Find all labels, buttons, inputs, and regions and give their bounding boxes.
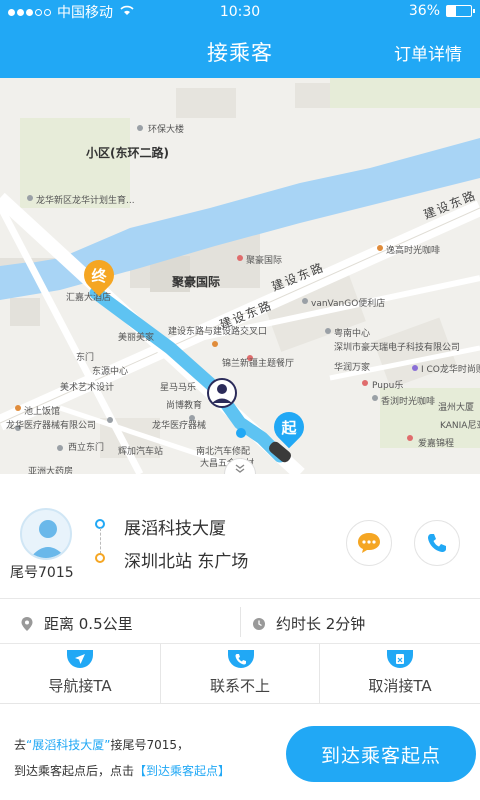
map-label-meiyi: 美丽美家 [118, 333, 155, 343]
map-label-juhao: 聚豪国际 [172, 275, 221, 289]
status-bar: 中国移动 10:30 36% [0, 0, 480, 24]
map-label-huarun: 华润万家 [334, 363, 371, 373]
map-label-meishu: 美术艺术设计 [60, 383, 115, 393]
map-label-yuemei: 粤南中心 [334, 329, 371, 339]
hint-line-2: 到达乘客起点后，点击【到达乘客起点】 [14, 762, 230, 779]
footer: 去“展滔科技大厦”接尾号7015， 到达乘客起点后，点击【到达乘客起点】 到达乘… [0, 704, 480, 800]
cancel-pickup-button[interactable]: 取消接TA [320, 644, 480, 704]
map-label-hospital: 龙华医疗器械有限公司 [6, 421, 97, 431]
clock-icon [253, 617, 265, 630]
trip-stats: 距离 0.5公里 约时长 2分钟 [0, 598, 480, 644]
user-icon [30, 520, 66, 558]
action-bar: 导航接TA 联系不上 取消接TA [0, 644, 480, 704]
hint-line-1: 去“展滔科技大厦”接尾号7015， [14, 736, 189, 753]
map-canvas [0, 78, 480, 474]
map-label-jinglan: 锦兰新疆主题餐厅 [222, 359, 295, 369]
phone-missed-icon [228, 650, 254, 668]
start-pin-label: 起 [281, 419, 297, 437]
map-view[interactable]: 小区(东环二路) 聚豪国际 建设东路 建设东路 建设东路 环保大楼 龙华新区龙华… [0, 78, 480, 474]
map-label-longhua-gov: 龙华新区龙华计划生育... [36, 196, 135, 206]
double-chevron-down-icon [235, 463, 245, 473]
map-label-bus-station: 辉加汽车站 [118, 447, 164, 457]
hint-mid: 接尾号7015， [110, 738, 189, 752]
passenger-card: 尾号7015 展滔科技大厦 深圳北站 东广场 距离 0.5公里 约时长 2分钟 [0, 474, 480, 644]
map-label-chishang: 池上饭馆 [24, 407, 61, 417]
passenger-avatar [20, 508, 72, 560]
map-label-wenzhou: 温州大厦 [438, 403, 475, 413]
end-dot-icon [95, 553, 105, 563]
chat-bubble-icon [358, 533, 380, 553]
start-pin: 起 [267, 405, 311, 452]
map-label-env-building: 环保大楼 [148, 125, 185, 135]
map-label-aijia: 爱嘉锦程 [418, 439, 455, 449]
battery-icon [446, 5, 475, 17]
hint-prefix: 去 [14, 738, 27, 752]
distance-text: 距离 0.5公里 [44, 615, 133, 633]
map-label-xidongmen: 西立东门 [68, 443, 105, 453]
navigation-icon [67, 650, 93, 668]
end-pin: 终 [77, 253, 121, 300]
hint-link: 【到达乘客起点】 [134, 764, 231, 778]
location-icon [21, 616, 33, 631]
stat-divider [240, 607, 241, 637]
map-label-jianshe-stop: 建设东路与建设路交叉口 [168, 327, 268, 337]
pickup-location: 展滔科技大厦 [124, 519, 226, 539]
duration-text: 约时长 2分钟 [276, 615, 366, 633]
map-label-district: 小区(东环二路) [86, 146, 169, 160]
map-label-cafe-2: 香浏时光咖啡 [381, 397, 436, 407]
phone-icon [428, 534, 446, 552]
map-label-haotian: 深圳市豪天瑞电子科技有限公司 [334, 343, 461, 353]
map-label-pupu: Pupu乐 [372, 381, 404, 391]
navigate-label: 导航接TA [48, 677, 112, 695]
map-label-dongyuan: 东源中心 [92, 367, 129, 377]
cancel-pickup-label: 取消接TA [368, 677, 432, 695]
navigate-button[interactable]: 导航接TA [0, 644, 160, 704]
map-label-cafe-1: 逸高时光咖啡 [386, 246, 441, 256]
order-details-button[interactable]: 订单详情 [394, 40, 462, 65]
map-label-gangdun: 龙华医疗器械 [152, 421, 207, 431]
hint-line2-text: 到达乘客起点后，点击 [14, 764, 135, 778]
tail-number: 尾号7015 [10, 565, 74, 581]
map-label-east-gate: 东门 [76, 353, 95, 363]
map-label-shangbo: 尚博教育 [166, 401, 203, 411]
contact-fail-button[interactable]: 联系不上 [160, 644, 320, 704]
destination-location: 深圳北站 东广场 [124, 552, 249, 572]
map-label-vanvango: vanVanGO便利店 [311, 299, 386, 309]
map-label-kania: KANIA尼亚 [440, 421, 480, 431]
distance-stat: 距离 0.5公里 [20, 613, 133, 634]
route-connector [100, 528, 101, 554]
arrive-pickup-button[interactable]: 到达乘客起点 [286, 726, 476, 782]
message-button[interactable] [346, 520, 392, 566]
contact-fail-label: 联系不上 [209, 677, 270, 695]
map-label-pharmacy: 亚洲大药房 [28, 467, 74, 474]
end-pin-label: 终 [91, 267, 107, 285]
map-label-auto-repair: 南北汽车修配 [196, 447, 251, 457]
battery-percent: 36% [408, 3, 440, 19]
map-label-juhao-hotel: 聚豪国际 [246, 256, 283, 266]
cancel-document-icon [387, 650, 413, 668]
title-bar: 接乘客 订单详情 [0, 24, 480, 78]
map-label-ico: I CO龙华时尚购物广场 [421, 365, 480, 375]
call-button[interactable] [414, 520, 460, 566]
hint-place: “展滔科技大厦” [26, 738, 111, 752]
duration-stat: 约时长 2分钟 [252, 613, 365, 634]
map-label-xingma: 星马马乐 [160, 383, 197, 393]
